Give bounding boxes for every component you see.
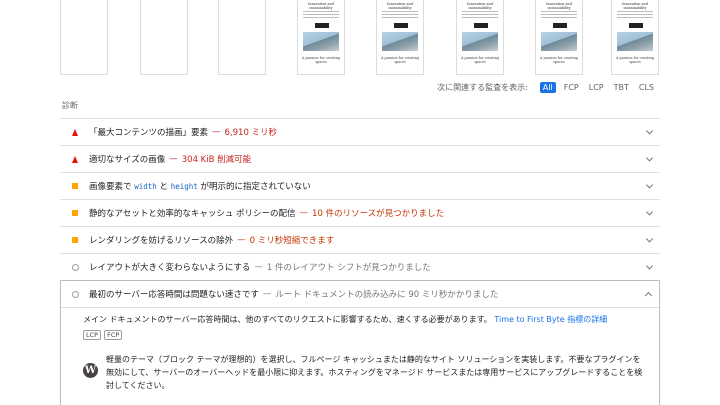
thumb-button (394, 23, 408, 28)
filmstrip-frame: Innovation and sustainability A passion … (535, 0, 583, 75)
thumb-image (303, 32, 339, 51)
thumb-caption: A passion for creating spaces (381, 56, 419, 64)
filter-chip-cls[interactable]: CLS (637, 82, 656, 93)
filmstrip-frame: Innovation and sustainability A passion … (456, 0, 504, 75)
lighthouse-report: Innovation and sustainability A passion … (0, 0, 720, 405)
thumb-button (315, 23, 329, 28)
chevron-down-icon[interactable] (645, 208, 654, 216)
chevron-up-icon[interactable] (644, 291, 653, 300)
thumb-caption: A passion for creating spaces (461, 56, 499, 64)
chevron-down-icon[interactable] (645, 127, 654, 135)
metric-tags: LCP FCP (83, 329, 645, 341)
metric-tag-fcp: FCP (104, 330, 123, 340)
audit-display-value: ルート ドキュメントの読み込みに 90 ミリ秒かかりました (275, 290, 499, 300)
audit-title: 適切なサイズの画像 (89, 155, 166, 165)
thumb-image (462, 32, 498, 51)
audit-unsized-images[interactable]: 画像要素で width と height が明示的に指定されていない (60, 172, 660, 199)
thumb-title: Innovation and sustainability (467, 2, 493, 10)
filter-chip-fcp[interactable]: FCP (562, 82, 581, 93)
audit-title: 静的なアセットと効率的なキャッシュ ポリシーの配信 (89, 209, 296, 219)
average-square-icon (70, 210, 80, 216)
filter-chip-lcp[interactable]: LCP (587, 82, 606, 93)
filter-chip-tbt[interactable]: TBT (612, 82, 631, 93)
audit-title: レンダリングを妨げるリソースの除外 (89, 236, 234, 246)
filmstrip-frame (218, 0, 266, 75)
filmstrip-frame: Innovation and sustainability A passion … (376, 0, 424, 75)
thumb-title: Innovation and sustainability (546, 2, 572, 10)
thumb-caption: A passion for creating spaces (302, 56, 340, 64)
audit-server-response-time[interactable]: 最初のサーバー応答時間は問題ない速さです — ルート ドキュメントの読み込みに … (61, 281, 659, 307)
stack-pack-text: 軽量のテーマ（ブロック テーマが理想的）を選択し、フルページ キャッシュまたは静… (106, 355, 643, 390)
filmstrip-frame (60, 0, 108, 75)
thumb-button (553, 23, 567, 28)
code-width: width (134, 182, 157, 191)
average-square-icon (70, 183, 80, 189)
thumb-title: Innovation and sustainability (308, 2, 334, 10)
audit-display-value: 0 ミリ秒短縮できます (249, 236, 335, 246)
audit-cache-policy[interactable]: 静的なアセットと効率的なキャッシュ ポリシーの配信 — 10 件のリソースが見つ… (60, 199, 660, 226)
filmstrip-frame: Innovation and sustainability A passion … (297, 0, 345, 75)
thumb-image (382, 32, 418, 51)
filter-chip-all[interactable]: All (539, 81, 556, 93)
fail-triangle-icon (70, 155, 80, 163)
thumb-button (629, 23, 643, 28)
learn-more-link[interactable]: Time to First Byte 指標の詳細 (494, 315, 607, 324)
audit-uses-responsive-images[interactable]: 適切なサイズの画像 — 304 KiB 削減可能 (60, 145, 660, 172)
average-square-icon (70, 237, 80, 243)
metric-tag-lcp: LCP (83, 330, 102, 340)
audit-title: 「最大コンテンツの描画」要素 (89, 128, 209, 138)
thumb-title: Innovation and sustainability (622, 2, 648, 10)
section-title: 診断 (62, 101, 78, 110)
chevron-down-icon[interactable] (645, 235, 654, 243)
audit-filter-bar: 次に関連する監査を表示: All FCP LCP TBT CLS (437, 80, 656, 94)
thumb-image (541, 32, 577, 51)
chevron-down-icon[interactable] (645, 181, 654, 189)
thumb-button (474, 23, 488, 28)
audit-display-value: 1 件のレイアウト シフトが見つかりました (266, 263, 431, 273)
chevron-down-icon[interactable] (645, 154, 654, 162)
audit-description: メイン ドキュメントのサーバー応答時間は、他のすべてのリクエストに影響するため、… (83, 315, 608, 324)
filmstrip-frame: Innovation and sustainability A passion … (611, 0, 659, 75)
chevron-down-icon[interactable] (645, 262, 654, 270)
audit-server-response-expanded: 最初のサーバー応答時間は問題ない速さです — ルート ドキュメントの読み込みに … (60, 280, 660, 405)
filmstrip-frame (140, 0, 188, 75)
wordpress-icon: W (83, 363, 98, 378)
stack-pack-advice: W 軽量のテーマ（ブロック テーマが理想的）を選択し、フルページ キャッシュまた… (83, 353, 645, 392)
filter-label: 次に関連する監査を表示: (437, 82, 528, 92)
audit-title: 最初のサーバー応答時間は問題ない速さです (89, 290, 259, 300)
audit-title: 画像要素で width と height が明示的に指定されていない (89, 182, 311, 192)
code-height: height (170, 182, 198, 191)
audit-display-value: 6,910 ミリ秒 (224, 128, 278, 138)
info-circle-icon (70, 263, 80, 271)
audit-layout-shifts[interactable]: レイアウトが大きく変わらないようにする — 1 件のレイアウト シフトが見つかり… (60, 253, 660, 280)
thumb-caption: A passion for creating spaces (540, 56, 578, 64)
audit-list: 「最大コンテンツの描画」要素 — 6,910 ミリ秒 適切なサイズの画像 — 3… (60, 118, 660, 405)
audit-details: メイン ドキュメントのサーバー応答時間は、他のすべてのリクエストに影響するため、… (61, 307, 659, 405)
info-circle-icon (70, 290, 80, 298)
thumb-caption: A passion for creating spaces (616, 56, 654, 64)
audit-display-value: 10 件のリソースが見つかりました (312, 209, 445, 219)
audit-title: レイアウトが大きく変わらないようにする (89, 263, 251, 273)
audit-lcp-element[interactable]: 「最大コンテンツの描画」要素 — 6,910 ミリ秒 (60, 118, 660, 145)
fail-triangle-icon (70, 128, 80, 136)
thumb-title: Innovation and sustainability (387, 2, 413, 10)
thumb-image (617, 32, 653, 51)
filmstrip: Innovation and sustainability A passion … (60, 0, 660, 76)
audit-render-blocking[interactable]: レンダリングを妨げるリソースの除外 — 0 ミリ秒短縮できます (60, 226, 660, 253)
audit-display-value: 304 KiB 削減可能 (181, 155, 252, 165)
